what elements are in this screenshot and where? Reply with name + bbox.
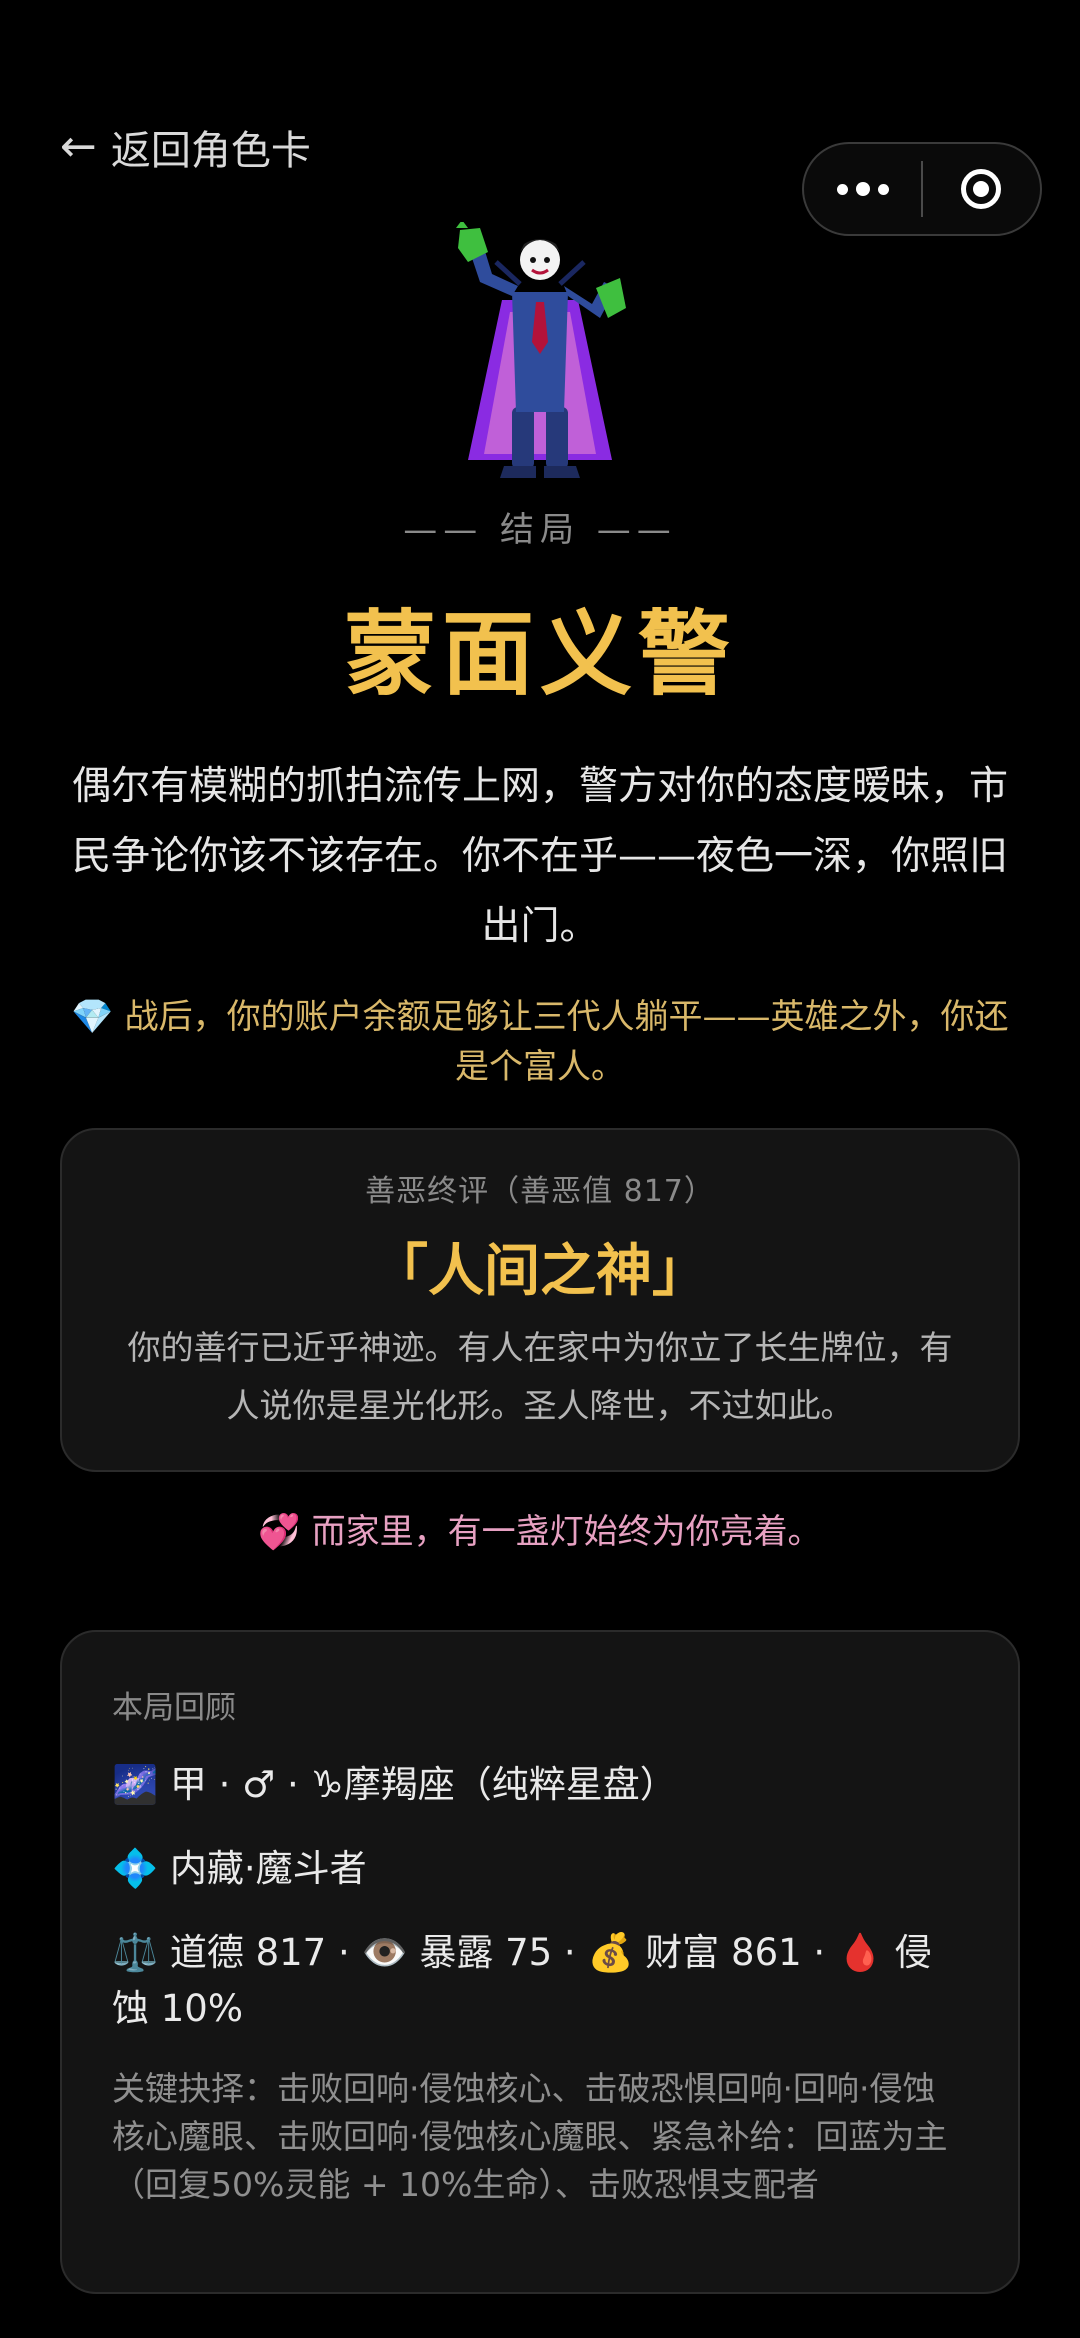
ending-label: —— 结局 —— [403, 510, 677, 550]
back-to-character-card-link[interactable]: ← 返回角色卡 [60, 118, 311, 176]
back-arrow-icon: ← [60, 121, 97, 172]
review-stats-line: ⚖️ 道德 817 · 👁️ 暴露 75 · 💰 财富 861 · 🩸 侵蚀 1… [112, 1931, 932, 2030]
morality-verdict-card: 善恶终评（善恶值 817） 「人间之神」 你的善行已近乎神迹。有人在家中为你立了… [60, 1128, 1020, 1472]
wealth-note: 💎 战后，你的账户余额足够让三代人躺平——英雄之外，你还是个富人。 [71, 997, 1009, 1087]
verdict-description: 你的善行已近乎神迹。有人在家中为你立了长生牌位，有人说你是星光化形。圣人降世，不… [127, 1328, 953, 1425]
review-key-choices: 关键抉择：击败回响·侵蚀核心、击破恐惧回响·回响·侵蚀核心魔眼、击败回响·侵蚀核… [112, 2069, 948, 2204]
home-note: 💞 而家里，有一盏灯始终为你亮着。 [258, 1512, 822, 1552]
run-review-card: 本局回顾 🌌 甲 · ♂ · ♑摩羯座（纯粹星盘） 💠 内藏·魔斗者 ⚖️ 道德… [60, 1630, 1020, 2294]
more-button[interactable] [804, 144, 921, 234]
close-button[interactable] [923, 144, 1040, 234]
review-caption: 本局回顾 [112, 1690, 236, 1726]
mini-program-capsule [802, 142, 1042, 236]
verdict-title: 「人间之神」 [372, 1239, 708, 1304]
ending-title: 蒙面义警 [343, 601, 736, 708]
review-identity-line: 🌌 甲 · ♂ · ♑摩羯座（纯粹星盘） [112, 1763, 677, 1806]
review-class-line: 💠 内藏·魔斗者 [112, 1847, 367, 1890]
target-close-icon [961, 169, 1002, 209]
back-label: 返回角色卡 [110, 128, 311, 174]
villain-icon [456, 222, 626, 478]
verdict-caption: 善恶终评（善恶值 817） [365, 1174, 715, 1209]
more-dots-icon [833, 182, 893, 196]
ending-description: 偶尔有模糊的抓拍流传上网，警方对你的态度暧昧，市民争论你该不该存在。你不在乎——… [71, 764, 1008, 949]
